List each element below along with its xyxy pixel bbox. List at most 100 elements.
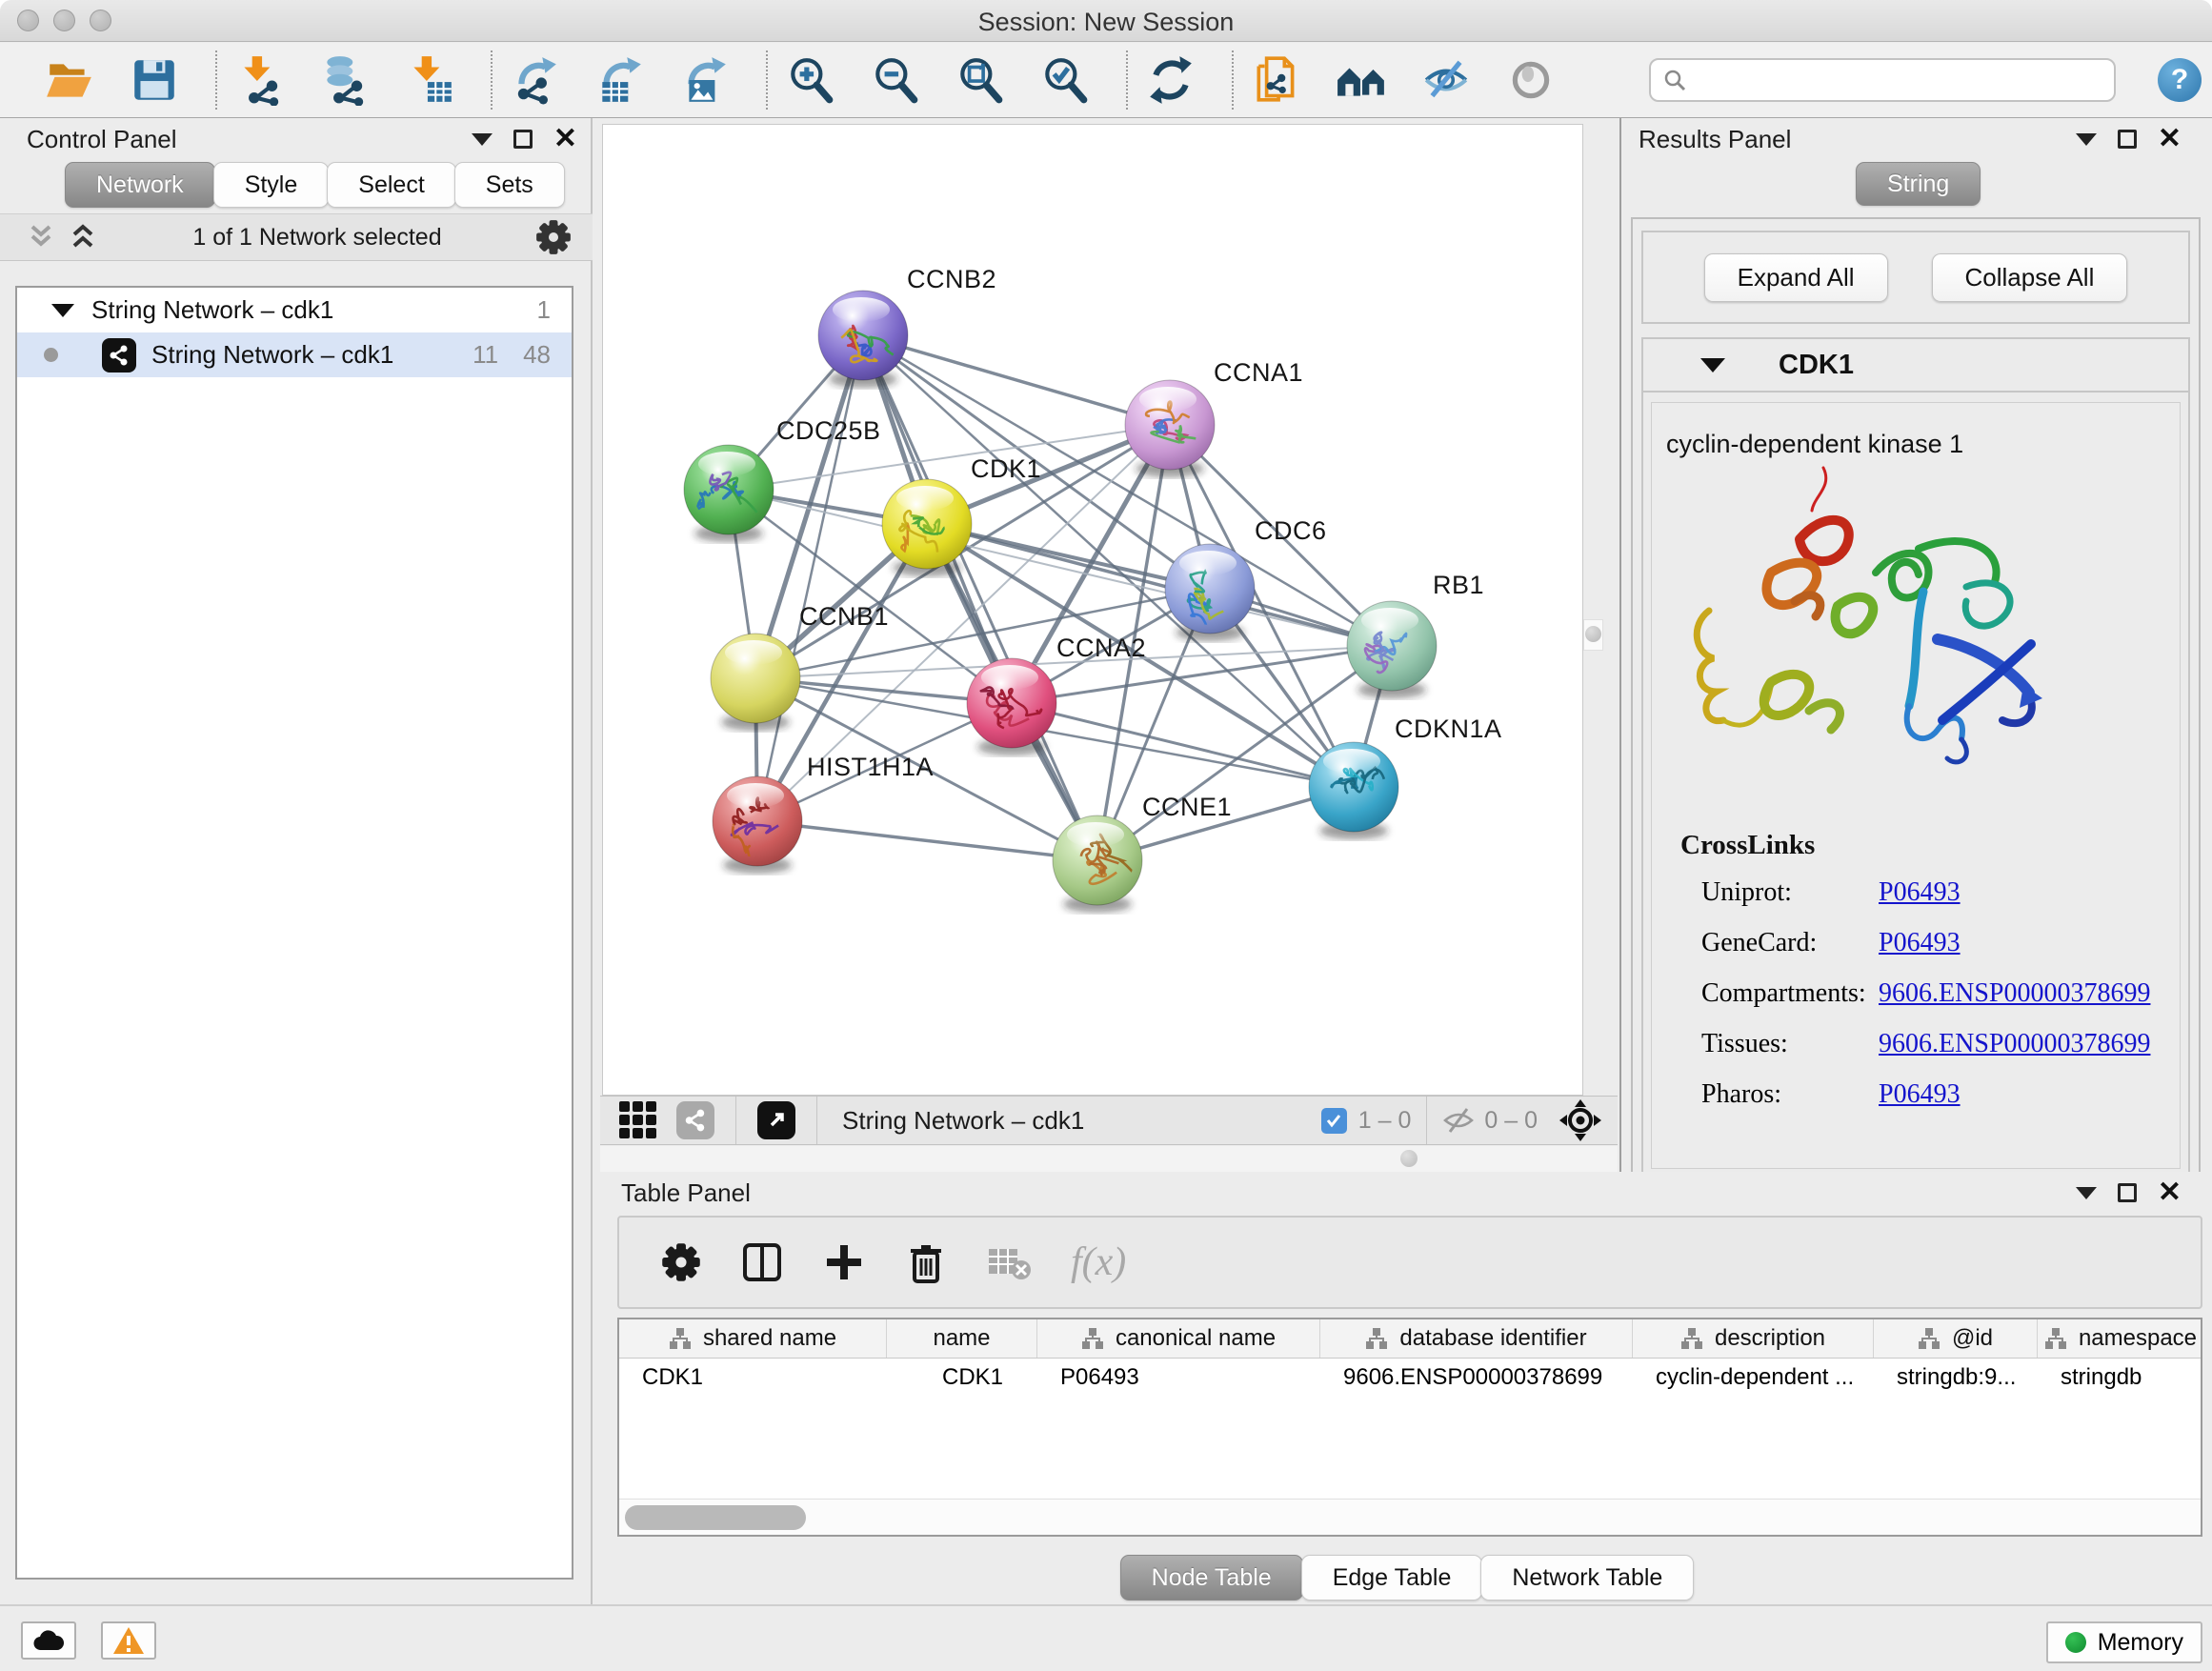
column-header-description[interactable]: description	[1633, 1319, 1874, 1358]
node-CCNB1[interactable]: CCNB1	[711, 602, 889, 731]
warning-button[interactable]	[101, 1621, 156, 1660]
tab-string[interactable]: String	[1856, 162, 1981, 206]
node-table[interactable]: shared namenamecanonical namedatabase id…	[617, 1318, 2202, 1537]
tree-expand-icon[interactable]	[51, 304, 74, 317]
splitter-handle[interactable]	[1583, 619, 1603, 651]
table-cell[interactable]: stringdb:9...	[1874, 1359, 2038, 1397]
table-cell[interactable]: 9606.ENSP00000378699	[1320, 1359, 1633, 1397]
panel-close-icon[interactable]: ✕	[2158, 130, 2182, 149]
panel-menu-icon[interactable]	[2076, 1187, 2097, 1199]
node-CDC25B[interactable]: CDC25B	[684, 416, 881, 542]
save-session-icon[interactable]	[129, 54, 180, 106]
edge-CCNB2-CCNE1[interactable]	[863, 335, 1097, 860]
tab-select[interactable]: Select	[327, 162, 455, 208]
hide-selected-eye-icon[interactable]	[1420, 54, 1472, 106]
table-cell[interactable]: CDK1	[619, 1359, 887, 1397]
crosslink-link[interactable]: 9606.ENSP00000378699	[1879, 1029, 2150, 1059]
cloud-button[interactable]	[21, 1621, 76, 1660]
table-gear-icon[interactable]	[661, 1242, 701, 1282]
scrollbar-thumb[interactable]	[625, 1505, 806, 1530]
memory-button[interactable]: Memory	[2046, 1621, 2202, 1663]
table-hscrollbar[interactable]	[619, 1499, 2201, 1535]
node-CCNA1[interactable]: CCNA1	[1125, 358, 1303, 477]
edge-CCNB2-CCNA1[interactable]	[863, 335, 1170, 425]
expand-all-button[interactable]: Expand All	[1704, 253, 1888, 302]
tab-edge-table[interactable]: Edge Table	[1301, 1555, 1483, 1601]
tab-sets[interactable]: Sets	[454, 162, 565, 208]
table-row[interactable]: CDK1CDK1P064939606.ENSP00000378699cyclin…	[619, 1359, 2201, 1397]
crosslink-link[interactable]: 9606.ENSP00000378699	[1879, 978, 2150, 1009]
gear-icon[interactable]	[535, 219, 572, 255]
table-cell[interactable]: CDK1	[887, 1359, 1037, 1397]
function-builder-icon[interactable]: f(x)	[1071, 1239, 1126, 1285]
crosslink-link[interactable]: P06493	[1879, 877, 1961, 908]
collapse-all-chevron-icon[interactable]	[25, 223, 57, 252]
node-HIST1H1A[interactable]: HIST1H1A	[713, 753, 934, 874]
refresh-icon[interactable]	[1145, 54, 1196, 106]
column-header-name[interactable]: name	[887, 1319, 1037, 1358]
collapse-all-button[interactable]: Collapse All	[1932, 253, 2128, 302]
node-label-CCNB2: CCNB2	[907, 265, 996, 293]
node-CDKN1A[interactable]: CDKN1A	[1309, 715, 1502, 839]
export-image-icon[interactable]	[679, 54, 731, 106]
grid-view-icon[interactable]	[617, 1099, 659, 1141]
column-header-@id[interactable]: @id	[1874, 1319, 2038, 1358]
delete-column-icon[interactable]	[905, 1241, 947, 1283]
zoom-out-icon[interactable]	[870, 54, 921, 106]
search-input[interactable]	[1649, 58, 2116, 102]
column-header-shared-name[interactable]: shared name	[619, 1319, 887, 1358]
protein-section-header[interactable]: CDK1	[1643, 339, 2188, 393]
crosslink-link[interactable]: P06493	[1879, 928, 1961, 958]
panel-float-icon[interactable]	[513, 130, 533, 149]
column-header-namespace[interactable]: namespace	[2038, 1319, 2202, 1358]
show-all-eye-icon[interactable]	[1505, 54, 1557, 106]
column-header-canonical-name[interactable]: canonical name	[1037, 1319, 1320, 1358]
home-icon[interactable]	[1336, 54, 1387, 106]
network-canvas[interactable]: CCNB2CCNA1CDC25BCDK1CDC6RB1CCNB1CCNA2CDK…	[602, 124, 1583, 1096]
node-label-CCNE1: CCNE1	[1142, 793, 1232, 821]
delete-table-icon[interactable]	[987, 1243, 1031, 1281]
import-network-icon[interactable]	[234, 54, 286, 106]
horizontal-splitter[interactable]	[600, 1146, 1618, 1172]
tab-style[interactable]: Style	[213, 162, 330, 208]
tab-node-table[interactable]: Node Table	[1120, 1555, 1303, 1601]
fit-content-icon[interactable]	[1558, 1098, 1602, 1142]
table-cell[interactable]: cyclin-dependent ...	[1633, 1359, 1874, 1397]
birdseye-view-icon[interactable]	[757, 1101, 795, 1139]
crosslink-row: Tissues:9606.ENSP00000378699	[1701, 1029, 2164, 1059]
zoom-fit-icon[interactable]	[955, 54, 1006, 106]
panel-close-icon[interactable]: ✕	[2158, 1183, 2182, 1202]
horizontal-splitter-handle[interactable]	[1400, 1150, 1418, 1167]
node-CCNE1[interactable]: CCNE1	[1053, 793, 1232, 913]
zoom-selected-icon[interactable]	[1039, 54, 1091, 106]
network-collection-row[interactable]: String Network – cdk1 1	[17, 288, 572, 332]
export-network-icon[interactable]	[510, 54, 561, 106]
node-RB1[interactable]: RB1	[1347, 571, 1484, 698]
edge-HIST1H1A-CCNE1[interactable]	[757, 821, 1097, 860]
tab-network-table[interactable]: Network Table	[1480, 1555, 1694, 1601]
panel-float-icon[interactable]	[2118, 130, 2137, 149]
network-row[interactable]: String Network – cdk1 11 48	[17, 332, 572, 377]
show-columns-icon[interactable]	[741, 1241, 783, 1283]
panel-menu-icon[interactable]	[2076, 133, 2097, 146]
table-cell[interactable]: P06493	[1037, 1359, 1320, 1397]
add-column-icon[interactable]	[823, 1241, 865, 1283]
import-table-icon[interactable]	[404, 54, 455, 106]
import-database-icon[interactable]	[319, 54, 371, 106]
open-file-icon[interactable]	[44, 54, 95, 106]
panel-menu-icon[interactable]	[472, 133, 493, 146]
nodes-selected-checkbox[interactable]	[1321, 1108, 1347, 1134]
collapse-icon[interactable]	[1700, 358, 1725, 372]
column-header-database-identifier[interactable]: database identifier	[1320, 1319, 1633, 1358]
network-view-icon[interactable]	[676, 1101, 714, 1139]
panel-close-icon[interactable]: ✕	[553, 130, 577, 149]
help-button[interactable]: ?	[2158, 58, 2202, 102]
tab-network[interactable]: Network	[65, 162, 215, 208]
expand-all-chevron-icon[interactable]	[67, 223, 99, 252]
zoom-in-icon[interactable]	[785, 54, 836, 106]
string-document-icon[interactable]	[1251, 54, 1302, 106]
crosslink-link[interactable]: P06493	[1879, 1079, 1961, 1110]
table-cell[interactable]: stringdb	[2038, 1359, 2202, 1397]
panel-float-icon[interactable]	[2118, 1183, 2137, 1202]
export-table-icon[interactable]	[594, 54, 646, 106]
